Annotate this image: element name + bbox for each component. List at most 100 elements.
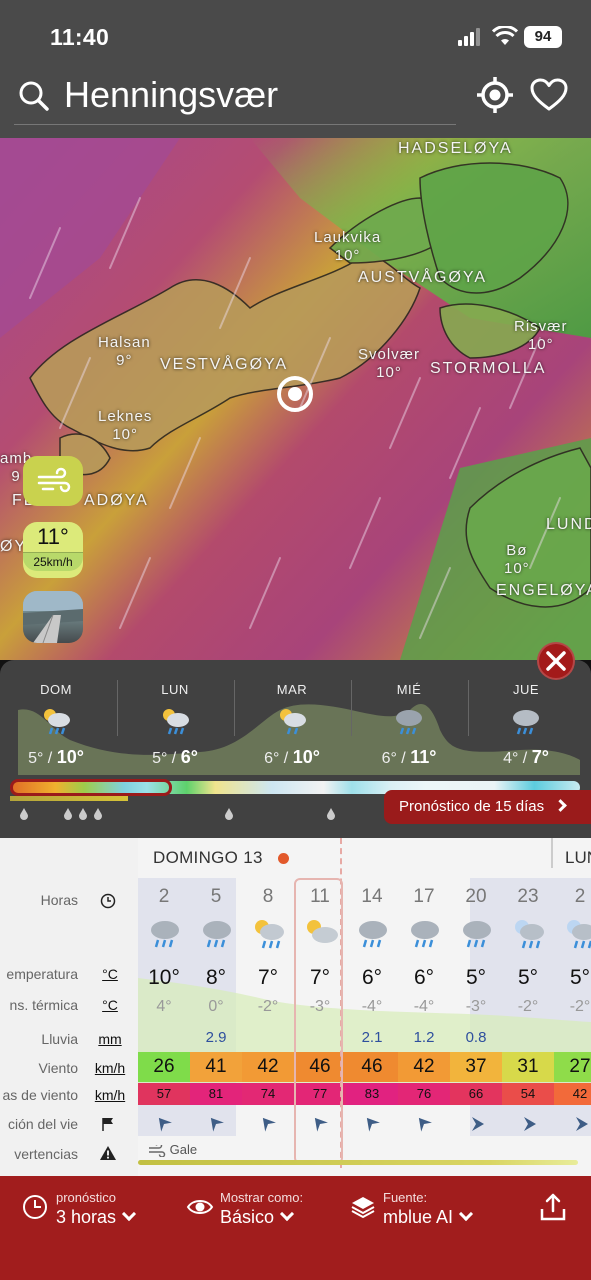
rain-drop-icon bbox=[79, 808, 87, 820]
day-card-mar[interactable]: MAR 6° / 10° bbox=[242, 682, 342, 768]
gusts-unit[interactable]: km/h bbox=[90, 1087, 130, 1103]
forecast-interval-selector[interactable]: pronóstico 3 horas bbox=[56, 1190, 137, 1228]
map-label: Svolvær 10° bbox=[358, 346, 421, 381]
rain-drop-icon bbox=[20, 808, 28, 820]
battery-indicator: 94 bbox=[524, 26, 562, 48]
feels-like-value: -2° bbox=[517, 998, 539, 1015]
day-temps: 5° / 10° bbox=[28, 747, 84, 767]
day-temps: 5° / 6° bbox=[152, 747, 198, 767]
rain-unit[interactable]: mm bbox=[90, 1031, 130, 1047]
rain-sun-icon bbox=[44, 709, 70, 735]
location-search-input[interactable]: Henningsvær bbox=[64, 74, 278, 116]
wind-icon bbox=[37, 467, 71, 493]
locate-me-icon[interactable] bbox=[476, 76, 514, 114]
row-label-rain: Lluvia bbox=[41, 1031, 78, 1047]
hour-label: 2 bbox=[574, 886, 586, 907]
feels-like-value: 4° bbox=[156, 998, 172, 1015]
model-source-selector[interactable]: Fuente: mblue AI bbox=[383, 1190, 474, 1228]
wind-unit[interactable]: km/h bbox=[90, 1060, 130, 1076]
timeline-selection[interactable] bbox=[10, 779, 172, 796]
cellular-signal-icon bbox=[458, 28, 484, 46]
feels-like-unit[interactable]: °C bbox=[90, 997, 130, 1013]
hour-label: 17 bbox=[413, 886, 435, 907]
feels-like-value: -4° bbox=[361, 998, 383, 1015]
flag-icon bbox=[102, 1118, 113, 1131]
hourly-forecast-table[interactable]: Horas emperatura °C ns. térmica °C Lluvi… bbox=[0, 838, 591, 1176]
temperature-layer-button[interactable]: 11° 25km/h bbox=[23, 522, 83, 578]
temperature-value: 5° bbox=[465, 966, 487, 989]
row-label-feels-like: ns. térmica bbox=[9, 997, 78, 1013]
day-temps: 4° / 7° bbox=[503, 747, 549, 767]
wind-speed-cell: 46 bbox=[346, 1052, 398, 1082]
wind-direction-arrow-icon bbox=[524, 1117, 536, 1131]
close-panel-button[interactable] bbox=[537, 642, 575, 680]
row-label-gusts: as de viento bbox=[2, 1087, 79, 1103]
row-label-wind: Viento bbox=[38, 1060, 78, 1076]
clock: 11:40 bbox=[50, 24, 110, 50]
rain-drop-icon bbox=[225, 808, 233, 820]
rain-value: 2.9 bbox=[205, 1029, 227, 1046]
15-day-forecast-button[interactable]: Pronóstico de 15 días bbox=[384, 790, 591, 824]
map-label: Leknes 10° bbox=[98, 408, 153, 443]
rain-cloud-icon bbox=[151, 921, 179, 948]
share-icon[interactable] bbox=[538, 1192, 568, 1222]
warning-label: Gale bbox=[148, 1141, 197, 1158]
wind-direction-arrow-icon bbox=[472, 1117, 484, 1131]
rain-cloud-icon bbox=[359, 921, 387, 948]
wind-gust-cell: 81 bbox=[190, 1083, 242, 1105]
status-bar: 11:40 94 bbox=[0, 0, 591, 70]
close-icon bbox=[546, 651, 566, 671]
wind-direction-arrow-icon bbox=[158, 1117, 172, 1132]
day-divider bbox=[351, 680, 352, 736]
day-card-lun[interactable]: LUN 5° / 6° bbox=[125, 682, 225, 768]
row-label-hours: Horas bbox=[40, 892, 78, 908]
favorite-heart-icon[interactable] bbox=[530, 78, 568, 112]
layers-icon bbox=[351, 1197, 375, 1219]
hour-label: 8 bbox=[262, 886, 274, 907]
rain-sun-icon bbox=[255, 920, 284, 949]
temperature-unit[interactable]: °C bbox=[90, 966, 130, 982]
day-header: DOMINGO 13 bbox=[153, 848, 263, 867]
warning-bar bbox=[138, 1160, 578, 1165]
day-card-dom[interactable]: DOM 5° / 10° bbox=[6, 682, 106, 768]
chevron-down-icon bbox=[279, 1206, 295, 1222]
display-mode-label: Mostrar como: bbox=[220, 1190, 304, 1205]
display-mode-value: Básico bbox=[220, 1206, 303, 1228]
row-label-temperature: emperatura bbox=[6, 966, 78, 982]
eye-icon bbox=[186, 1200, 214, 1214]
rain-value: 2.1 bbox=[361, 1029, 383, 1046]
map-label: STORMOLLA bbox=[430, 360, 547, 377]
hour-label: 5 bbox=[210, 886, 222, 907]
model-source-label: Fuente: bbox=[383, 1190, 428, 1205]
search-header: Henningsvær bbox=[0, 70, 591, 138]
wind-speed-cell: 41 bbox=[190, 1052, 242, 1082]
bottom-toolbar: pronóstico 3 horas Mostrar como: Básico … bbox=[0, 1176, 591, 1280]
wifi-icon bbox=[492, 26, 518, 45]
feels-like-value: 0° bbox=[208, 998, 224, 1015]
wind-layer-button[interactable] bbox=[23, 456, 83, 506]
day-card-jue[interactable]: JUE 4° / 7° bbox=[476, 682, 576, 768]
webcam-thumbnail-icon bbox=[23, 591, 83, 643]
search-icon[interactable] bbox=[18, 80, 50, 112]
webcam-button[interactable] bbox=[23, 591, 83, 643]
wind-gust-cell: 57 bbox=[138, 1083, 190, 1105]
weather-map[interactable]: HADSELØYA Laukvika 10° AUSTVÅGØYA Halsan… bbox=[0, 138, 591, 660]
row-label-warnings: vertencias bbox=[14, 1146, 78, 1162]
day-name: DOM bbox=[40, 682, 72, 697]
clock-icon bbox=[23, 1195, 47, 1219]
15-day-forecast-label: Pronóstico de 15 días bbox=[399, 798, 545, 815]
hourly-grid[interactable]: 2 10° 4° 26 57 5 8° 0° 2.9 41 81 8 7° -2° 42 74 11 7° -3° 4… bbox=[138, 878, 591, 1168]
display-mode-selector[interactable]: Mostrar como: Básico bbox=[220, 1190, 303, 1228]
wind-speed-cell: 42 bbox=[398, 1052, 450, 1082]
gale-wind-icon bbox=[149, 1141, 166, 1158]
wind-direction-arrow-icon bbox=[418, 1117, 432, 1132]
rain-cloud-icon bbox=[463, 921, 491, 948]
wind-direction-arrow-icon bbox=[576, 1117, 588, 1131]
wind-gust-cell: 76 bbox=[398, 1083, 450, 1105]
day-card-mie[interactable]: MIÉ 6° / 11° bbox=[359, 682, 459, 768]
rain-sun-icon bbox=[280, 709, 306, 735]
wind-direction-arrow-icon bbox=[366, 1117, 380, 1132]
rain-cloud-icon bbox=[411, 921, 439, 948]
temperature-value: 10° bbox=[148, 966, 180, 989]
map-label: LUND bbox=[546, 516, 591, 533]
